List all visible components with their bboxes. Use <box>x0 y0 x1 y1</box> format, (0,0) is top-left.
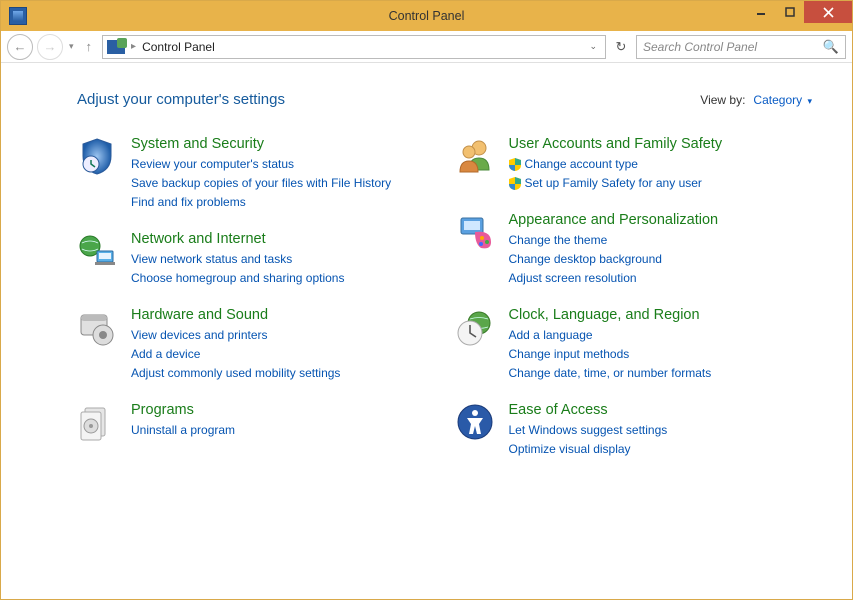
network-internet-icon <box>77 231 117 271</box>
category-link[interactable]: Change desktop background <box>509 251 719 268</box>
category-title[interactable]: Network and Internet <box>131 231 344 247</box>
category-hardware-sound: Hardware and Sound View devices and prin… <box>77 307 435 382</box>
category-title[interactable]: Programs <box>131 402 235 418</box>
category-title[interactable]: Ease of Access <box>509 402 668 418</box>
content-area: Adjust your computer's settings View by:… <box>1 63 852 498</box>
category-link[interactable]: Find and fix problems <box>131 194 391 211</box>
search-icon: 🔍 <box>823 39 839 55</box>
category-columns: System and Security Review your computer… <box>77 136 812 478</box>
uac-shield-icon <box>509 158 521 171</box>
back-button[interactable]: ← <box>7 34 33 60</box>
category-link[interactable]: Let Windows suggest settings <box>509 422 668 439</box>
appearance-icon <box>455 212 495 252</box>
category-user-accounts: User Accounts and Family Safety Change a… <box>455 136 813 192</box>
view-by-label: View by: <box>700 93 745 107</box>
link-text: Set up Family Safety for any user <box>525 175 702 192</box>
forward-button[interactable]: → <box>37 34 63 60</box>
category-link[interactable]: Review your computer's status <box>131 156 391 173</box>
close-icon <box>823 7 834 18</box>
category-link[interactable]: Change input methods <box>509 346 712 363</box>
refresh-button[interactable]: ↻ <box>610 39 632 55</box>
category-title[interactable]: User Accounts and Family Safety <box>509 136 723 152</box>
page-heading: Adjust your computer's settings <box>77 91 285 108</box>
category-link[interactable]: Adjust commonly used mobility settings <box>131 365 340 382</box>
minimize-button[interactable] <box>746 1 776 23</box>
category-link[interactable]: Optimize visual display <box>509 441 668 458</box>
address-bar[interactable]: ▸ Control Panel ⌄ <box>102 35 606 59</box>
category-title[interactable]: System and Security <box>131 136 391 152</box>
category-link[interactable]: Add a device <box>131 346 340 363</box>
category-link[interactable]: Uninstall a program <box>131 422 235 439</box>
toolbar: ← → ▾ ↑ ▸ Control Panel ⌄ ↻ 🔍 <box>1 31 852 63</box>
close-button[interactable] <box>804 1 852 23</box>
category-network-internet: Network and Internet View network status… <box>77 231 435 287</box>
category-system-security: System and Security Review your computer… <box>77 136 435 211</box>
clock-language-icon <box>455 307 495 347</box>
category-ease-of-access: Ease of Access Let Windows suggest setti… <box>455 402 813 458</box>
view-by: View by: Category ▾ <box>700 93 812 107</box>
control-panel-icon <box>107 40 125 54</box>
user-accounts-icon <box>455 136 495 176</box>
category-link[interactable]: Choose homegroup and sharing options <box>131 270 344 287</box>
programs-icon <box>77 402 117 442</box>
category-programs: Programs Uninstall a program <box>77 402 435 442</box>
category-clock-language: Clock, Language, and Region Add a langua… <box>455 307 813 382</box>
category-link[interactable]: Set up Family Safety for any user <box>509 175 723 192</box>
maximize-icon <box>785 7 795 17</box>
maximize-button[interactable] <box>776 1 804 23</box>
category-link[interactable]: View network status and tasks <box>131 251 344 268</box>
hardware-sound-icon <box>77 307 117 347</box>
breadcrumb-separator-icon: ▸ <box>131 41 136 52</box>
minimize-icon <box>756 7 766 17</box>
search-box[interactable]: 🔍 <box>636 35 846 59</box>
view-by-dropdown[interactable]: Category ▾ <box>753 93 812 107</box>
category-appearance: Appearance and Personalization Change th… <box>455 212 813 287</box>
titlebar: Control Panel <box>1 1 852 31</box>
system-security-icon <box>77 136 117 176</box>
ease-of-access-icon <box>455 402 495 442</box>
category-title[interactable]: Hardware and Sound <box>131 307 340 323</box>
breadcrumb-location[interactable]: Control Panel <box>142 40 215 54</box>
category-title[interactable]: Clock, Language, and Region <box>509 307 712 323</box>
search-input[interactable] <box>643 40 823 54</box>
link-text: Change account type <box>525 156 638 173</box>
recent-locations-button[interactable]: ▾ <box>67 41 76 52</box>
view-by-value: Category <box>753 93 802 107</box>
window-title: Control Panel <box>1 9 852 23</box>
category-title[interactable]: Appearance and Personalization <box>509 212 719 228</box>
right-column: User Accounts and Family Safety Change a… <box>455 136 813 478</box>
address-dropdown-icon[interactable]: ⌄ <box>585 41 601 52</box>
content-header: Adjust your computer's settings View by:… <box>77 91 812 108</box>
chevron-down-icon: ▾ <box>807 96 812 106</box>
up-button[interactable]: ↑ <box>80 39 99 54</box>
left-column: System and Security Review your computer… <box>77 136 435 478</box>
category-link[interactable]: Save backup copies of your files with Fi… <box>131 175 391 192</box>
category-link[interactable]: Adjust screen resolution <box>509 270 719 287</box>
category-link[interactable]: Change date, time, or number formats <box>509 365 712 382</box>
category-link[interactable]: View devices and printers <box>131 327 340 344</box>
category-link[interactable]: Add a language <box>509 327 712 344</box>
category-link[interactable]: Change the theme <box>509 232 719 249</box>
window-buttons <box>746 1 852 23</box>
uac-shield-icon <box>509 177 521 190</box>
category-link[interactable]: Change account type <box>509 156 723 173</box>
